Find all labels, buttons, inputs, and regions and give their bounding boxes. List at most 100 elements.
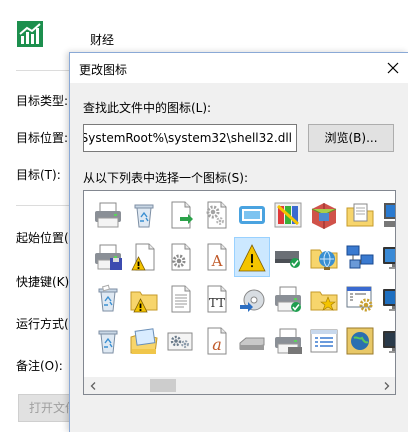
document-gear-icon-item[interactable] — [162, 237, 198, 277]
chevron-right-icon — [384, 381, 389, 390]
drive-check-icon-item[interactable] — [270, 237, 306, 277]
printer-check-icon — [275, 286, 301, 312]
icon-list[interactable]: A TT a — [83, 190, 396, 395]
gear-panel-icon — [167, 332, 193, 351]
printer-drive-icon-item[interactable] — [270, 321, 306, 361]
dialog-title: 更改图标 — [79, 63, 128, 77]
close-button[interactable] — [378, 53, 408, 83]
folder-star-icon — [310, 291, 338, 311]
computer-partial-icon — [384, 203, 395, 227]
gear-document-icon-item[interactable] — [198, 195, 234, 235]
icon-grid: A TT a — [84, 191, 395, 377]
font-a-italic-icon-item[interactable]: a — [198, 321, 234, 361]
icon-list-label: 从以下列表中选择一个图标(S): — [83, 171, 249, 185]
folder-star-icon-item[interactable] — [306, 279, 342, 319]
scroll-left-button[interactable] — [84, 377, 101, 394]
folder-blueprint-icon — [130, 328, 158, 354]
folder-warning-icon — [130, 291, 158, 313]
network-computers-icon-item[interactable] — [342, 237, 378, 277]
window-gear-icon-item[interactable] — [342, 279, 378, 319]
recycle-bin-empty-icon-item[interactable] — [126, 195, 162, 235]
font-tt-icon-item[interactable]: TT — [198, 279, 234, 319]
drive-flat-icon — [239, 337, 265, 350]
warning-icon-item[interactable] — [234, 237, 270, 277]
printer-drive-icon — [275, 328, 302, 354]
warning-icon — [238, 244, 266, 272]
document-checklist-icon-item[interactable] — [306, 321, 342, 361]
document-gear-icon — [171, 243, 191, 271]
document-warning-icon-item[interactable] — [126, 237, 162, 277]
recycle-bin-empty-icon-item[interactable] — [90, 321, 126, 361]
monitor-dark-partial-icon-item[interactable] — [378, 321, 395, 361]
dialog-titlebar[interactable]: 更改图标 — [70, 53, 408, 83]
recycle-bin-full-icon-item[interactable] — [90, 279, 126, 319]
monitor-dark-partial-icon — [383, 331, 395, 353]
font-a-icon-item[interactable]: A — [198, 237, 234, 277]
disc-arrow-icon-item[interactable] — [234, 279, 270, 319]
font-a-icon: A — [207, 243, 227, 271]
svg-text:a: a — [212, 335, 222, 354]
search-file-label: 查找此文件中的图标(L): — [83, 101, 212, 115]
package-icon — [311, 203, 337, 229]
open-file-location-button[interactable]: 打开文件 — [18, 394, 74, 422]
shortcut-key-label: 快捷键(K): — [16, 275, 74, 289]
scroll-right-button[interactable] — [378, 377, 395, 394]
monitor-partial-icon-item[interactable] — [378, 237, 395, 277]
folder-warning-icon-item[interactable] — [126, 279, 162, 319]
horizontal-scrollbar[interactable] — [84, 377, 395, 394]
scrollbar-thumb[interactable] — [150, 379, 176, 392]
printer-check-icon-item[interactable] — [270, 279, 306, 319]
icon-file-path-input[interactable]: %SystemRoot%\system32\shell32.dll — [83, 124, 297, 152]
printer-floppy-icon — [95, 244, 122, 270]
document-warning-icon — [131, 243, 155, 271]
drive-check-icon — [275, 251, 300, 268]
disc-arrow-icon — [240, 289, 265, 312]
svg-text:TT: TT — [209, 296, 225, 310]
recycle-bin-empty-icon — [134, 204, 154, 228]
monitor-partial-icon — [383, 247, 395, 269]
chevron-left-icon — [90, 381, 95, 390]
document-lines-icon — [171, 285, 191, 313]
document-arrow-icon-item[interactable] — [162, 195, 198, 235]
finance-app-icon — [16, 20, 44, 48]
folder-blueprint-icon-item[interactable] — [126, 321, 162, 361]
color-picker-icon-item[interactable] — [270, 195, 306, 235]
target-location-label: 目标位置: — [16, 131, 69, 145]
recycle-bin-empty-icon — [98, 330, 118, 354]
recycle-bin-full-icon — [98, 284, 118, 312]
separator — [16, 70, 76, 71]
package-icon-item[interactable] — [306, 195, 342, 235]
drive-flat-icon-item[interactable] — [234, 321, 270, 361]
document-lines-icon-item[interactable] — [162, 279, 198, 319]
folder-document-icon-item[interactable] — [342, 195, 378, 235]
gear-panel-icon-item[interactable] — [162, 321, 198, 361]
font-a-italic-icon: a — [207, 327, 227, 355]
monitor-blue-partial-icon — [383, 289, 395, 311]
panel-screen-icon-item[interactable] — [234, 195, 270, 235]
folder-globe-icon — [310, 249, 338, 270]
change-icon-dialog: 更改图标 查找此文件中的图标(L): %SystemRoot%\system32… — [69, 52, 408, 432]
target-label: 目标(T): — [16, 168, 61, 182]
start-in-label: 起始位置( — [16, 231, 69, 245]
gear-document-icon — [206, 201, 227, 229]
close-icon — [387, 62, 399, 74]
path-value: %SystemRoot%\system32\shell32.dll — [83, 131, 292, 145]
document-checklist-icon — [310, 329, 338, 353]
printer-icon — [95, 202, 121, 228]
app-name-label: 财经 — [90, 33, 115, 47]
run-label: 运行方式( — [16, 317, 69, 331]
globe-frame-icon-item[interactable] — [342, 321, 378, 361]
network-computers-icon — [346, 245, 374, 269]
printer-floppy-icon-item[interactable] — [90, 237, 126, 277]
printer-icon-item[interactable] — [90, 195, 126, 235]
monitor-blue-partial-icon-item[interactable] — [378, 279, 395, 319]
browse-button[interactable]: 浏览(B)... — [308, 124, 394, 152]
folder-globe-icon-item[interactable] — [306, 237, 342, 277]
font-tt-icon: TT — [207, 285, 227, 313]
comment-label: 备注(O): — [16, 359, 63, 373]
folder-document-icon — [346, 203, 374, 227]
computer-partial-icon-item[interactable] — [378, 195, 395, 235]
panel-screen-icon — [239, 206, 265, 224]
separator — [16, 205, 76, 206]
svg-text:A: A — [211, 252, 223, 270]
